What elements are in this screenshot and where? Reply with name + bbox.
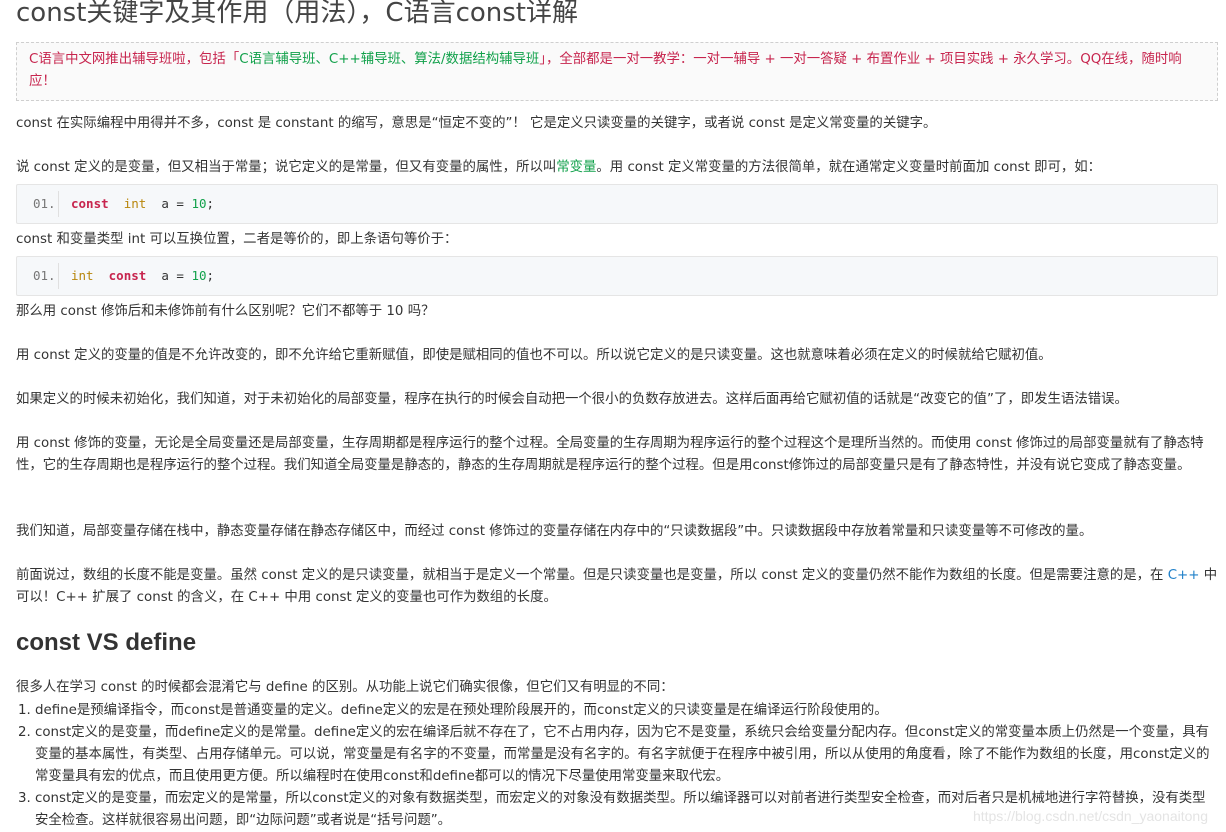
list-item: define是预编译指令，而const是普通变量的定义。define定义的宏是在… <box>35 700 1218 722</box>
section-heading: const VS define <box>16 629 197 656</box>
course-notice: C语言中文网推出辅导班啦，包括「C语言辅导班、C++辅导班、算法/数据结构辅导班… <box>16 42 1218 101</box>
paragraph-9: 前面说过，数组的长度不能是变量。虽然 const 定义的是只读变量，就相当于是定… <box>16 565 1218 609</box>
code-assign: a = <box>146 196 192 211</box>
gutter-divider <box>58 263 59 289</box>
code-block-1: 01. const int a = 10; <box>16 184 1218 224</box>
gutter-divider <box>58 191 59 217</box>
paragraph-3: const 和变量类型 int 可以互换位置，二者是等价的，即上条语句等价于： <box>16 232 458 247</box>
line-number: 01. <box>33 196 56 211</box>
paragraph-4: 那么用 const 修饰后和未修饰前有什么区别呢？它们不都等于 10 吗？ <box>16 304 435 319</box>
cpp-link[interactable]: C++ <box>1168 568 1200 583</box>
paragraph-5: 用 const 定义的变量的值是不允许改变的，即不允许给它重新赋值，即使是赋相同… <box>16 348 1052 363</box>
notice-courses-link[interactable]: C语言辅导班、C++辅导班、算法/数据结构辅导班 <box>239 52 539 67</box>
keyword-const: const <box>108 268 147 283</box>
paragraph-2-text-b: 。用 const 定义常变量的方法很简单，就在通常定义变量时前面加 const … <box>596 160 1102 175</box>
watermark: https://blog.csdn.net/csdn_yaonaitong <box>972 808 1208 824</box>
const-variable-link[interactable]: 常变量 <box>556 160 596 175</box>
paragraph-1: const 在实际编程中用得并不多，const 是 constant 的缩写，意… <box>16 116 937 131</box>
keyword-int: int <box>123 196 147 211</box>
notice-text-start: C语言中文网推出辅导班啦，包括「 <box>29 52 240 67</box>
page-title: const关键字及其作用（用法），C语言const详解 <box>16 0 578 28</box>
code-semicolon: ; <box>206 196 215 211</box>
code-line: int const a = 10; <box>71 265 214 287</box>
paragraph-6: 如果定义的时候未初始化，我们知道，对于未初始化的局部变量，程序在执行的时候会自动… <box>16 392 1128 407</box>
paragraph-2-text-a: 说 const 定义的是变量，但又相当于常量；说它定义的是常量，但又有变量的属性… <box>16 160 557 175</box>
paragraph-10: 很多人在学习 const 的时候都会混淆它与 define 的区别。从功能上说它… <box>16 680 674 695</box>
code-assign: a = <box>146 268 192 283</box>
keyword-const: const <box>71 196 109 211</box>
code-line: const int a = 10; <box>71 193 214 215</box>
keyword-int: int <box>71 268 94 283</box>
code-number: 10 <box>191 268 207 283</box>
code-block-2: 01. int const a = 10; <box>16 256 1218 296</box>
paragraph-2: 说 const 定义的是变量，但又相当于常量；说它定义的是常量，但又有变量的属性… <box>16 157 1218 179</box>
paragraph-7: 用 const 修饰的变量，无论是全局变量还是局部变量，生存周期都是程序运行的整… <box>16 436 1204 473</box>
code-number: 10 <box>191 196 207 211</box>
code-semicolon: ; <box>206 268 215 283</box>
list-item: const定义的是变量，而define定义的是常量。define定义的宏在编译后… <box>35 722 1218 788</box>
paragraph-9-text-a: 前面说过，数组的长度不能是变量。虽然 const 定义的是只读变量，就相当于是定… <box>16 568 1168 583</box>
paragraph-8: 我们知道，局部变量存储在栈中，静态变量存储在静态存储区中，而经过 const 修… <box>16 524 1093 539</box>
line-number: 01. <box>33 268 56 283</box>
